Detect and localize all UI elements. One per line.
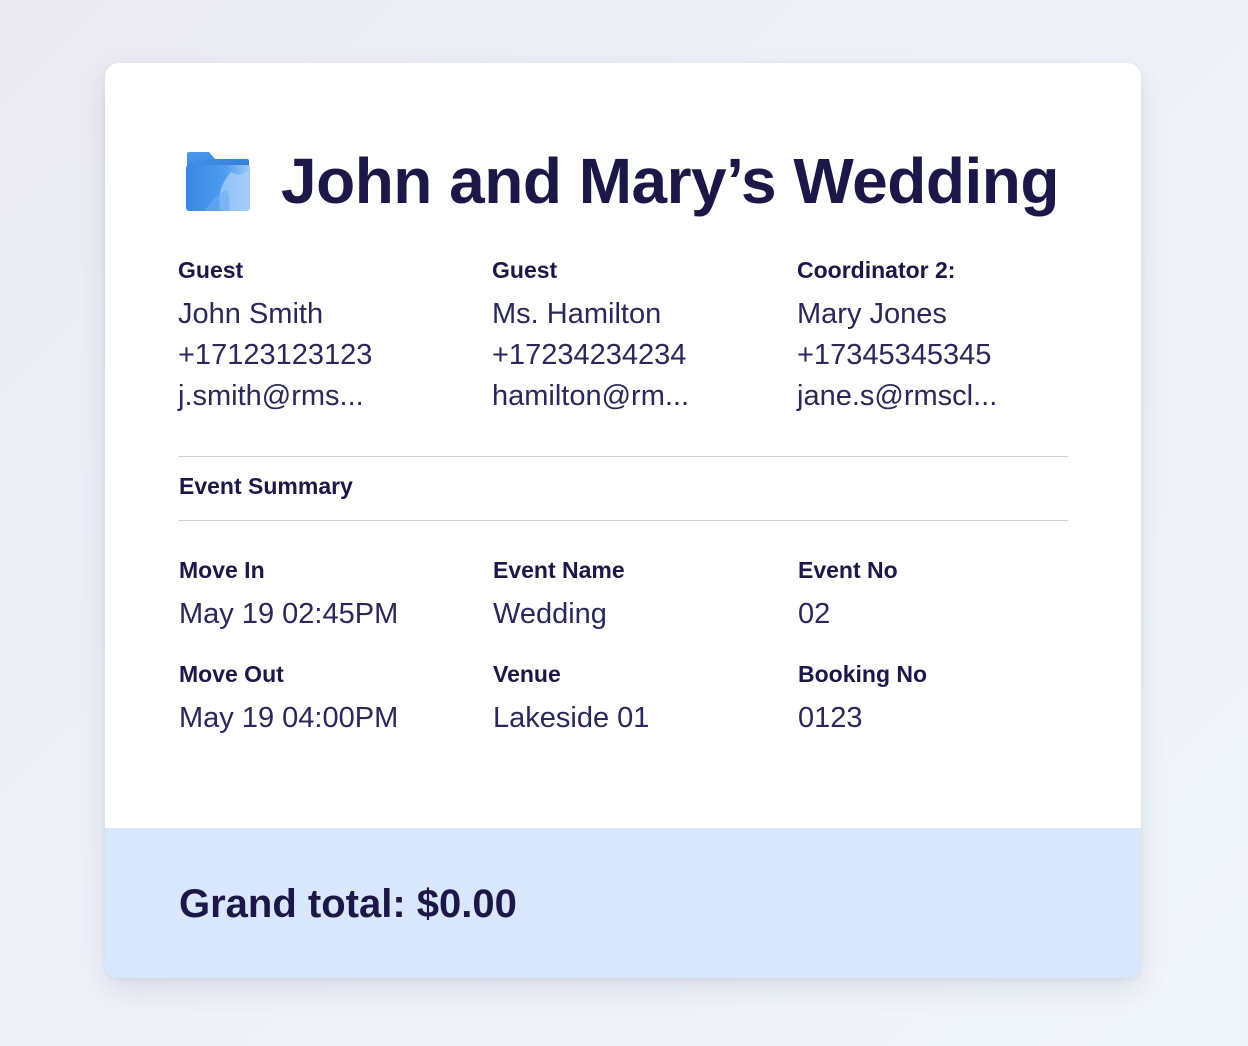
section-divider: [178, 520, 1068, 521]
event-no-label: Event No: [798, 557, 898, 583]
move-in-label: Move In: [179, 557, 265, 583]
section-divider: [178, 456, 1068, 457]
contacts-section: Guest John Smith +17123123123 j.smith@rm…: [178, 256, 1078, 426]
contact-role-label: Guest: [178, 257, 244, 283]
contact-phone: +17234234234: [492, 339, 687, 371]
event-name-field: Event Name Wedding: [493, 556, 625, 632]
contact-name: Ms. Hamilton: [492, 298, 662, 330]
contact-card: Guest Ms. Hamilton +17234234234 hamilton…: [492, 256, 689, 417]
contact-email: jane.s@rmscl...: [797, 380, 998, 412]
contact-phone: +17123123123: [178, 339, 373, 371]
contact-email: j.smith@rms...: [178, 380, 364, 412]
move-out-field: Move Out May 19 04:00PM: [179, 660, 398, 736]
move-in-field: Move In May 19 02:45PM: [179, 556, 398, 632]
contact-role-label: Guest: [492, 257, 558, 283]
move-out-value: May 19 04:00PM: [179, 702, 399, 734]
contact-name: Mary Jones: [797, 298, 947, 330]
event-name-label: Event Name: [493, 557, 625, 583]
booking-no-field: Booking No 0123: [798, 660, 927, 736]
contact-phone: +17345345345: [797, 339, 992, 371]
venue-field: Venue Lakeside 01: [493, 660, 649, 736]
grand-total: Grand total: $0.00: [179, 882, 517, 926]
event-summary-heading: Event Summary: [179, 473, 353, 499]
folder-icon: [185, 150, 251, 212]
contact-card: Coordinator 2: Mary Jones +17345345345 j…: [797, 256, 997, 417]
contact-role-label: Coordinator 2:: [797, 257, 956, 283]
total-footer: Grand total: $0.00: [105, 828, 1141, 978]
booking-no-value: 0123: [798, 702, 863, 734]
event-no-field: Event No 02: [798, 556, 898, 632]
venue-label: Venue: [493, 661, 561, 687]
move-in-value: May 19 02:45PM: [179, 598, 399, 630]
contact-email: hamilton@rm...: [492, 380, 690, 412]
booking-no-label: Booking No: [798, 661, 928, 687]
venue-value: Lakeside 01: [493, 702, 650, 734]
contact-card: Guest John Smith +17123123123 j.smith@rm…: [178, 256, 372, 417]
event-header: John and Mary’s Wedding: [185, 145, 1059, 217]
event-name-value: Wedding: [493, 598, 607, 630]
move-out-label: Move Out: [179, 661, 284, 687]
event-title: John and Mary’s Wedding: [281, 145, 1059, 217]
event-card: John and Mary’s Wedding Guest John Smith…: [105, 63, 1141, 978]
event-no-value: 02: [798, 598, 831, 630]
contact-name: John Smith: [178, 298, 324, 330]
